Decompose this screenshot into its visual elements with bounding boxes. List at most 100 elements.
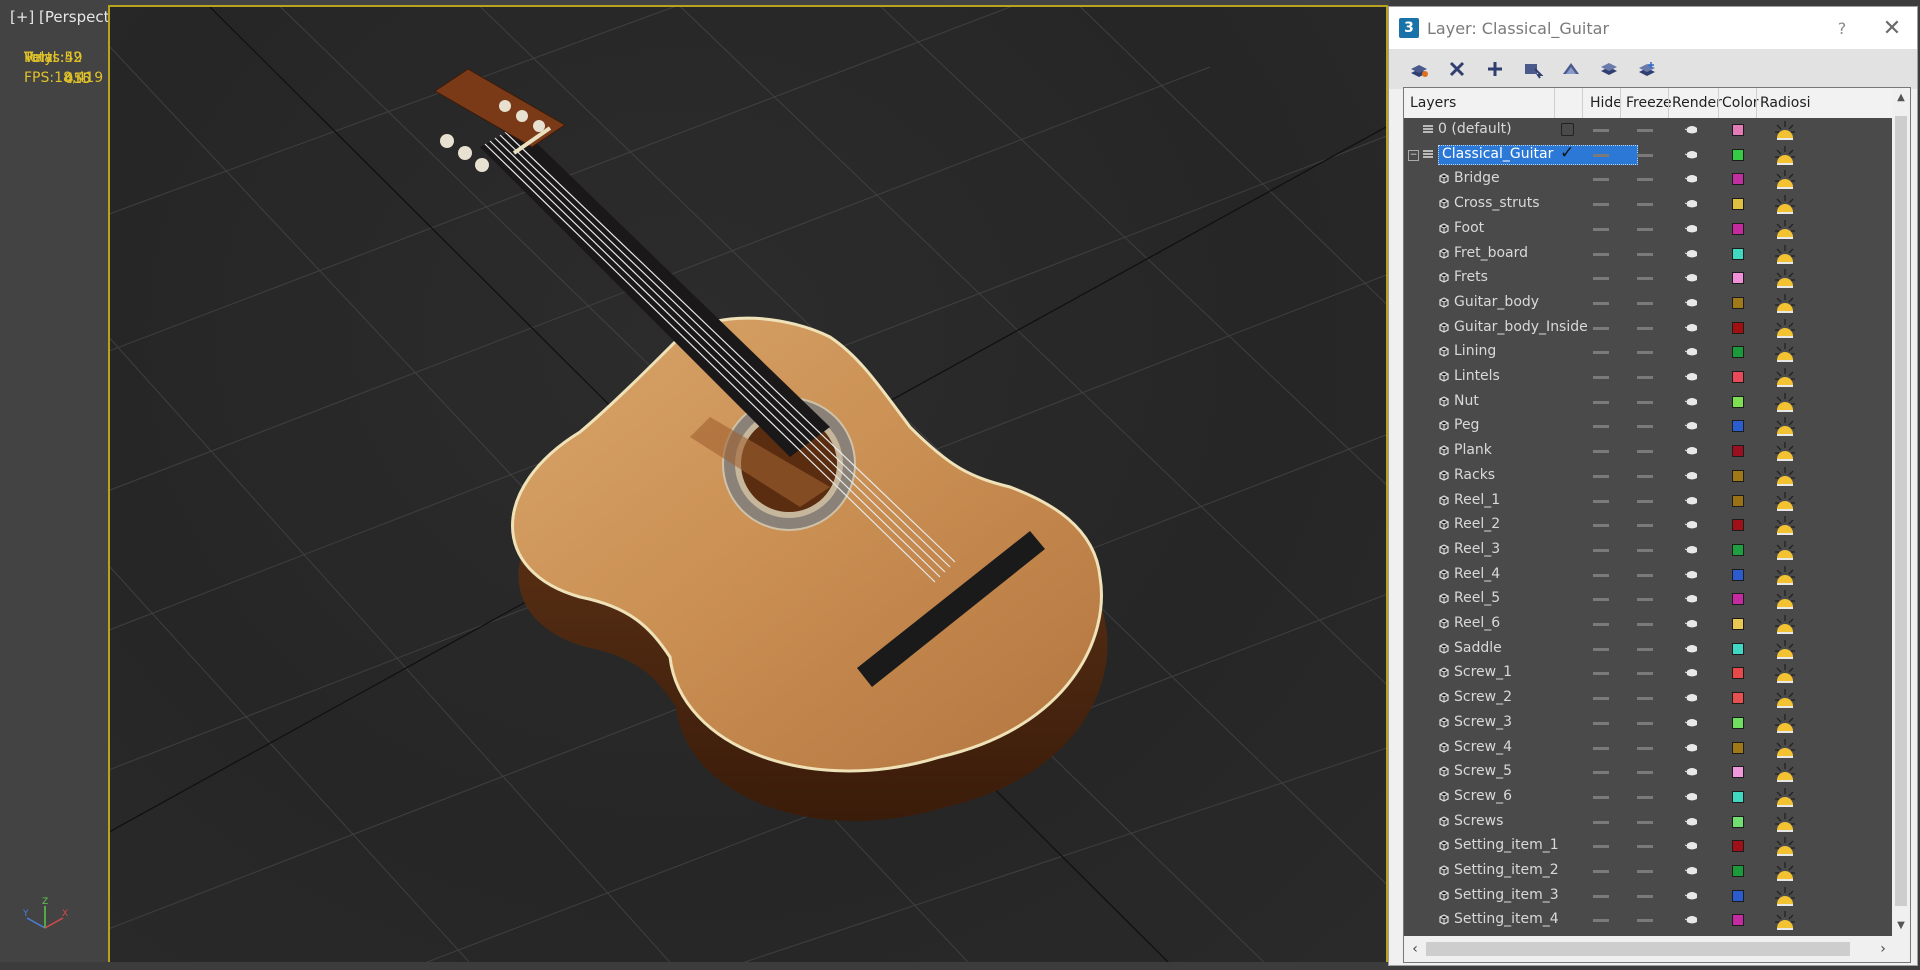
layer-color-swatch[interactable] bbox=[1732, 815, 1744, 828]
layer-row[interactable]: Fret_board bbox=[1404, 242, 1910, 267]
freeze-toggle[interactable] bbox=[1637, 153, 1653, 157]
col-color[interactable]: Color bbox=[1722, 95, 1759, 111]
layer-color-swatch[interactable] bbox=[1732, 296, 1744, 309]
layer-row[interactable]: Setting_item_2 bbox=[1404, 859, 1910, 884]
layer-name[interactable]: Nut bbox=[1454, 393, 1479, 409]
layer-name[interactable]: Reel_6 bbox=[1454, 615, 1500, 631]
layer-name[interactable]: Screws bbox=[1454, 813, 1503, 829]
layer-name[interactable]: Saddle bbox=[1454, 640, 1502, 656]
freeze-toggle[interactable] bbox=[1637, 771, 1653, 775]
scroll-thumb[interactable] bbox=[1895, 116, 1907, 906]
layer-color-swatch[interactable] bbox=[1732, 198, 1744, 211]
hide-toggle[interactable] bbox=[1593, 820, 1609, 824]
hide-toggle[interactable] bbox=[1593, 450, 1609, 454]
layer-row[interactable]: − Classical_Guitar ✓ bbox=[1404, 143, 1910, 168]
layer-color-swatch[interactable] bbox=[1732, 494, 1744, 507]
layer-name[interactable]: Guitar_body bbox=[1454, 294, 1539, 310]
layer-color-swatch[interactable] bbox=[1732, 593, 1744, 606]
layer-row[interactable]: Racks bbox=[1404, 464, 1910, 489]
hide-toggle[interactable] bbox=[1593, 721, 1609, 725]
freeze-toggle[interactable] bbox=[1637, 870, 1653, 873]
freeze-toggle[interactable] bbox=[1637, 129, 1653, 132]
render-teapot-icon[interactable] bbox=[1685, 619, 1699, 628]
freeze-toggle[interactable] bbox=[1637, 573, 1653, 577]
radiosity-sun-icon[interactable] bbox=[1774, 293, 1796, 313]
freeze-toggle[interactable] bbox=[1637, 277, 1653, 281]
radiosity-sun-icon[interactable] bbox=[1774, 416, 1796, 437]
layer-row[interactable]: Bridge bbox=[1404, 167, 1910, 192]
hide-toggle[interactable] bbox=[1593, 894, 1609, 898]
layer-color-swatch[interactable] bbox=[1732, 445, 1744, 458]
layer-name[interactable]: Foot bbox=[1454, 220, 1484, 236]
hide-toggle[interactable] bbox=[1593, 845, 1609, 849]
freeze-toggle[interactable] bbox=[1637, 795, 1653, 799]
radiosity-sun-icon[interactable] bbox=[1774, 244, 1796, 264]
radiosity-sun-icon[interactable] bbox=[1774, 515, 1796, 536]
freeze-toggle[interactable] bbox=[1637, 672, 1653, 676]
radiosity-sun-icon[interactable] bbox=[1774, 219, 1796, 239]
layer-row[interactable]: Guitar_body bbox=[1404, 291, 1910, 316]
layer-color-swatch[interactable] bbox=[1732, 371, 1744, 383]
radiosity-sun-icon[interactable] bbox=[1774, 688, 1796, 709]
freeze-toggle[interactable] bbox=[1637, 820, 1653, 824]
hide-toggle[interactable] bbox=[1593, 351, 1609, 355]
freeze-toggle[interactable] bbox=[1637, 548, 1653, 552]
col-render[interactable]: Render bbox=[1672, 95, 1722, 111]
layer-name[interactable]: Screw_3 bbox=[1454, 714, 1512, 730]
layer-row[interactable]: Reel_5 bbox=[1404, 587, 1910, 612]
collapse-toggle-icon[interactable]: − bbox=[1408, 149, 1419, 161]
render-teapot-icon[interactable] bbox=[1685, 347, 1699, 356]
radiosity-sun-icon[interactable] bbox=[1774, 169, 1796, 190]
radiosity-sun-icon[interactable] bbox=[1774, 268, 1796, 289]
add-to-layer-icon[interactable] bbox=[1479, 55, 1511, 83]
layer-color-swatch[interactable] bbox=[1732, 692, 1744, 705]
freeze-toggle[interactable] bbox=[1637, 598, 1653, 602]
layer-row[interactable]: 0 (default) bbox=[1404, 118, 1910, 143]
layer-row[interactable]: Saddle bbox=[1404, 637, 1910, 662]
radiosity-sun-icon[interactable] bbox=[1774, 367, 1796, 387]
layer-color-swatch[interactable] bbox=[1732, 766, 1744, 779]
layer-row[interactable]: Screw_3 bbox=[1404, 711, 1910, 736]
hide-toggle[interactable] bbox=[1593, 227, 1609, 231]
radiosity-sun-icon[interactable] bbox=[1774, 614, 1796, 634]
hide-toggle[interactable] bbox=[1593, 499, 1609, 503]
radiosity-sun-icon[interactable] bbox=[1774, 145, 1796, 165]
render-teapot-icon[interactable] bbox=[1685, 496, 1699, 505]
freeze-toggle[interactable] bbox=[1637, 474, 1653, 478]
radiosity-sun-icon[interactable] bbox=[1774, 886, 1796, 906]
col-hide[interactable]: Hide bbox=[1590, 95, 1622, 111]
layer-row[interactable]: Reel_3 bbox=[1404, 538, 1910, 563]
layer-color-swatch[interactable] bbox=[1732, 667, 1744, 680]
radiosity-sun-icon[interactable] bbox=[1774, 812, 1796, 832]
layer-row[interactable]: Screw_1 bbox=[1404, 661, 1910, 686]
render-teapot-icon[interactable] bbox=[1685, 915, 1699, 924]
hide-toggle[interactable] bbox=[1593, 524, 1609, 528]
render-teapot-icon[interactable] bbox=[1685, 594, 1699, 603]
layer-row[interactable]: Screws bbox=[1404, 810, 1910, 835]
layer-name[interactable]: Lining bbox=[1454, 343, 1496, 359]
hide-toggle[interactable] bbox=[1593, 647, 1609, 651]
layer-color-swatch[interactable] bbox=[1732, 914, 1744, 927]
col-freeze[interactable]: Freeze bbox=[1626, 95, 1672, 111]
hide-toggle[interactable] bbox=[1593, 203, 1609, 207]
layer-name[interactable]: Lintels bbox=[1454, 368, 1500, 384]
freeze-toggle[interactable] bbox=[1637, 919, 1653, 923]
layer-name[interactable]: Reel_5 bbox=[1454, 590, 1500, 606]
layer-color-swatch[interactable] bbox=[1732, 568, 1744, 581]
render-teapot-icon[interactable] bbox=[1685, 421, 1699, 430]
hide-toggle[interactable] bbox=[1593, 178, 1609, 182]
radiosity-sun-icon[interactable] bbox=[1774, 787, 1796, 807]
render-teapot-icon[interactable] bbox=[1685, 273, 1699, 282]
freeze-toggle[interactable] bbox=[1637, 845, 1653, 849]
layer-row[interactable]: Lining bbox=[1404, 340, 1910, 365]
freeze-toggle[interactable] bbox=[1637, 450, 1653, 454]
render-teapot-icon[interactable] bbox=[1685, 446, 1699, 455]
hide-toggle[interactable] bbox=[1593, 474, 1609, 478]
freeze-toggle[interactable] bbox=[1637, 425, 1653, 429]
layer-color-swatch[interactable] bbox=[1732, 148, 1744, 161]
hide-toggle[interactable] bbox=[1593, 870, 1609, 873]
render-teapot-icon[interactable] bbox=[1685, 644, 1699, 653]
layer-row[interactable]: Reel_4 bbox=[1404, 563, 1910, 588]
render-teapot-icon[interactable] bbox=[1685, 249, 1699, 258]
layer-row[interactable]: Screw_4 bbox=[1404, 736, 1910, 761]
